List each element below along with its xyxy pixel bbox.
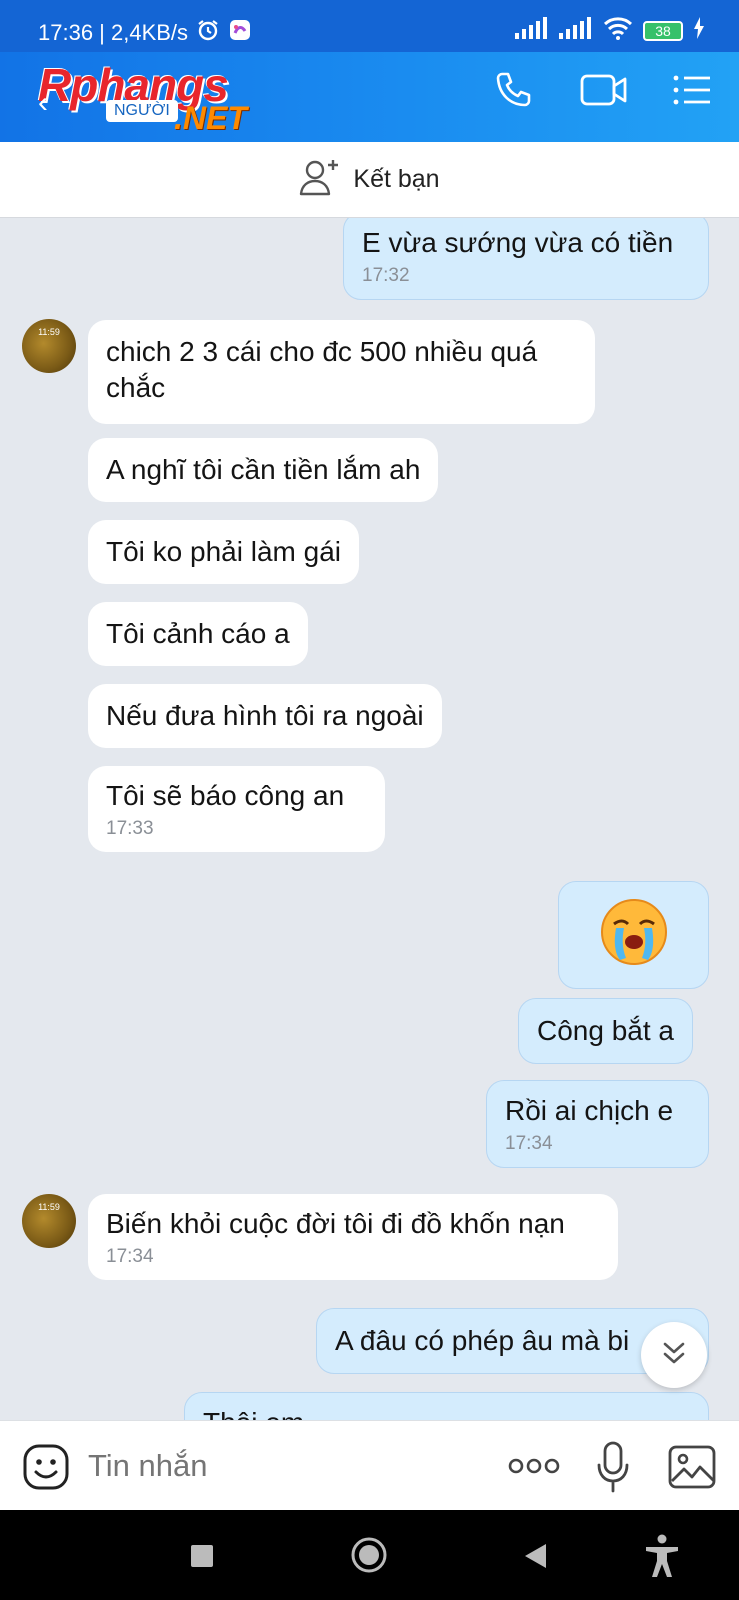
message-time: 17:33 [106,818,154,839]
message-text: Rồi ai chịch e [505,1095,674,1126]
message-text: Tôi cảnh cáo a [106,618,290,649]
message-out[interactable]: E vừa sướng vừa có tiền 17:32 [343,218,709,300]
logo-text-net: .NET [174,100,247,136]
logo-text-tag: NGƯỜI [106,100,178,122]
header: 17:36 | 2,4KB/s 38 Rphangs NGƯỜI .NET ‹ [0,0,739,142]
message-text: Thôi em ... [203,1407,335,1420]
crying-face-sticker [600,898,668,975]
message-in[interactable]: Tôi sẽ báo công an 17:33 [88,766,385,852]
add-friend-bar[interactable]: Kết bạn [0,142,739,218]
site-logo: Rphangs NGƯỜI .NET [34,58,264,136]
microphone-icon[interactable] [596,1441,630,1498]
video-call-icon[interactable] [580,70,628,115]
message-text: Tôi sẽ báo công an [106,780,345,811]
avatar[interactable]: 11:59 [22,1194,76,1248]
menu-list-icon[interactable] [672,70,712,115]
back-icon[interactable] [522,1542,548,1575]
avatar-time: 11:59 [38,1202,60,1212]
phone-icon[interactable] [494,70,534,115]
message-out[interactable]: Công bắt a [518,998,693,1064]
system-nav-bar [0,1510,739,1600]
battery-icon: 38 [643,20,683,41]
message-text: Biến khỏi cuộc đời tôi đi đồ khốn nạn [106,1208,565,1239]
message-text: A đâu có phép âu mà bi [335,1325,630,1356]
wifi-icon [603,16,633,45]
signal-icon-2 [559,17,593,44]
message-time: 17:32 [362,265,410,286]
scroll-to-bottom-button[interactable] [641,1322,707,1388]
status-bar: 17:36 | 2,4KB/s 38 [0,0,739,52]
alarm-icon [196,18,220,48]
message-time: 17:34 [106,1246,154,1267]
chat-area: E vừa sướng vừa có tiền 17:32 11:59 chic… [0,218,739,1420]
message-in[interactable]: chich 2 3 cái cho đc 500 nhiều quá chắc [88,320,595,424]
double-chevron-down-icon [659,1338,689,1373]
charging-icon [693,17,705,44]
more-options-icon[interactable] [508,1453,560,1484]
avatar-time: 11:59 [38,327,60,337]
message-text: Tôi ko phải làm gái [106,536,342,567]
message-text: Công bắt a [537,1015,674,1046]
message-out-partial[interactable]: Thôi em ... [184,1392,709,1420]
message-text: E vừa sướng vừa có tiền [362,227,674,258]
avatar[interactable]: 11:59 [22,319,76,373]
app-notification-icon [228,18,252,48]
recent-apps-icon[interactable] [190,1544,214,1573]
message-input-bar [0,1420,739,1510]
message-in[interactable]: A nghĩ tôi cần tiền lắm ah [88,438,439,502]
signal-icon [515,17,549,44]
image-icon[interactable] [668,1445,716,1494]
message-text: Nếu đưa hình tôi ra ngoài [106,700,424,731]
status-time-speed: 17:36 | 2,4KB/s [38,20,189,45]
back-arrow-icon[interactable]: ‹ [38,86,48,120]
message-text: chich 2 3 cái cho đc 500 nhiều quá chắc [106,336,538,403]
message-in[interactable]: Biến khỏi cuộc đời tôi đi đồ khốn nạn 17… [88,1194,618,1280]
add-friend-icon [299,156,341,203]
home-icon[interactable] [350,1536,388,1579]
message-in[interactable]: Tôi cảnh cáo a [88,602,308,666]
message-in[interactable]: Tôi ko phải làm gái [88,520,360,584]
emoji-icon[interactable] [22,1443,70,1496]
message-input[interactable] [88,1443,468,1489]
add-friend-label: Kết bạn [353,165,440,193]
message-out[interactable]: Rồi ai chịch e 17:34 [486,1080,709,1168]
message-text: A nghĩ tôi cần tiền lắm ah [106,454,421,485]
message-out-sticker[interactable] [558,881,709,989]
accessibility-icon[interactable] [644,1534,680,1583]
message-in[interactable]: Nếu đưa hình tôi ra ngoài [88,684,442,748]
message-time: 17:34 [505,1133,553,1154]
